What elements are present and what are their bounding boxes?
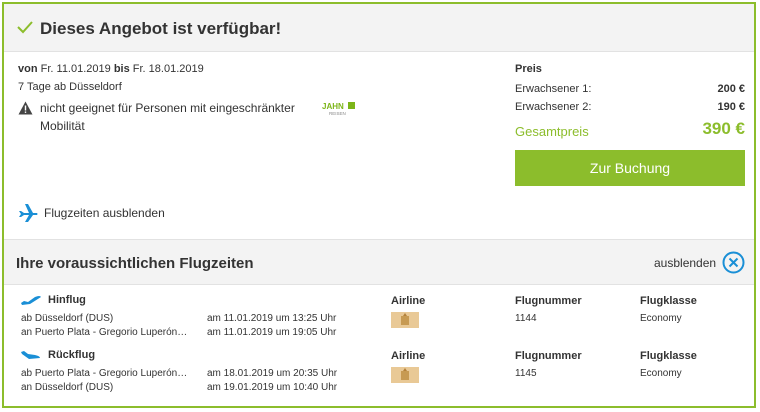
travel-dates: von Fr. 11.01.2019 bis Fr. 18.01.2019 bbox=[18, 63, 204, 75]
from-date: Fr. 11.01.2019 bbox=[40, 63, 111, 75]
col-flight-class: Flugklasse bbox=[640, 350, 697, 362]
return-flight-heading: Rückflug bbox=[20, 347, 95, 363]
col-flight-class: Flugklasse bbox=[640, 295, 697, 307]
return-flight-number: 1145 bbox=[515, 368, 537, 379]
airplane-landing-icon bbox=[21, 351, 40, 359]
booking-button[interactable]: Zur Buchung bbox=[515, 150, 745, 186]
to-label: bis bbox=[113, 63, 130, 75]
airline-logo-icon bbox=[391, 312, 419, 328]
outbound-arrival-time: am 11.01.2019 um 19:05 Uhr bbox=[207, 327, 337, 338]
total-price-value: 390 € bbox=[702, 119, 745, 138]
price-title: Preis bbox=[515, 63, 542, 75]
price-label: Erwachsener 1: bbox=[515, 83, 592, 95]
outbound-departure-place: ab Düsseldorf (DUS) bbox=[21, 313, 114, 324]
tour-operator-logo: JAHN REISEN bbox=[322, 102, 355, 116]
mobility-warning: nicht geeignet für Personen mit eingesch… bbox=[18, 99, 318, 135]
return-departure-place: ab Puerto Plata - Gregorio Luperón… bbox=[21, 368, 188, 379]
outbound-departure-time: am 11.01.2019 um 13:25 Uhr bbox=[207, 313, 337, 324]
price-value: 200 € bbox=[717, 83, 745, 95]
from-label: von bbox=[18, 63, 38, 75]
airline-logo-icon bbox=[391, 367, 419, 383]
svg-text:JAHN: JAHN bbox=[322, 102, 344, 111]
outbound-label: Hinflug bbox=[48, 294, 86, 306]
availability-title: Dieses Angebot ist verfügbar! bbox=[40, 19, 282, 38]
to-date: Fr. 18.01.2019 bbox=[132, 63, 204, 75]
toggle-flight-times-label: Flugzeiten ausblenden bbox=[44, 206, 165, 220]
toggle-flight-times[interactable]: Flugzeiten ausblenden bbox=[18, 202, 165, 224]
plane-icon bbox=[19, 204, 38, 222]
travel-duration: 7 Tage ab Düsseldorf bbox=[18, 81, 122, 93]
return-arrival-time: am 19.01.2019 um 10:40 Uhr bbox=[207, 382, 338, 393]
check-icon bbox=[17, 21, 33, 34]
flight-times-header: Ihre voraussichtlichen Flugzeiten ausble… bbox=[4, 239, 754, 285]
svg-text:REISEN: REISEN bbox=[329, 111, 346, 116]
mobility-warning-text: nicht geeignet für Personen mit eingesch… bbox=[40, 101, 295, 133]
return-flight-class: Economy bbox=[640, 368, 682, 379]
col-flight-number: Flugnummer bbox=[515, 350, 582, 362]
outbound-flight-class: Economy bbox=[640, 313, 682, 324]
availability-header: Dieses Angebot ist verfügbar! bbox=[4, 4, 754, 52]
col-flight-number: Flugnummer bbox=[515, 295, 582, 307]
offer-card: Dieses Angebot ist verfügbar! von Fr. 11… bbox=[2, 2, 756, 408]
airplane-takeoff-icon bbox=[21, 296, 41, 305]
return-arrival-place: an Düsseldorf (DUS) bbox=[21, 382, 114, 393]
flight-times-title: Ihre voraussichtlichen Flugzeiten bbox=[16, 255, 254, 272]
price-row-adult-2: Erwachsener 2: 190 € bbox=[515, 101, 745, 113]
return-departure-time: am 18.01.2019 um 20:35 Uhr bbox=[207, 368, 338, 379]
total-price-label: Gesamtpreis bbox=[515, 124, 589, 139]
price-row-adult-1: Erwachsener 1: 200 € bbox=[515, 83, 745, 95]
outbound-flight-heading: Hinflug bbox=[20, 292, 86, 308]
col-airline: Airline bbox=[391, 350, 426, 362]
price-label: Erwachsener 2: bbox=[515, 101, 592, 113]
outbound-arrival-place: an Puerto Plata - Gregorio Luperón… bbox=[21, 327, 188, 338]
warning-icon bbox=[18, 101, 33, 115]
return-label: Rückflug bbox=[48, 349, 96, 361]
hide-flight-times-label[interactable]: ausblenden bbox=[654, 256, 716, 270]
close-circle-icon[interactable] bbox=[722, 251, 745, 274]
col-airline: Airline bbox=[391, 295, 426, 307]
outbound-flight-number: 1144 bbox=[515, 313, 537, 324]
price-value: 190 € bbox=[717, 101, 745, 113]
